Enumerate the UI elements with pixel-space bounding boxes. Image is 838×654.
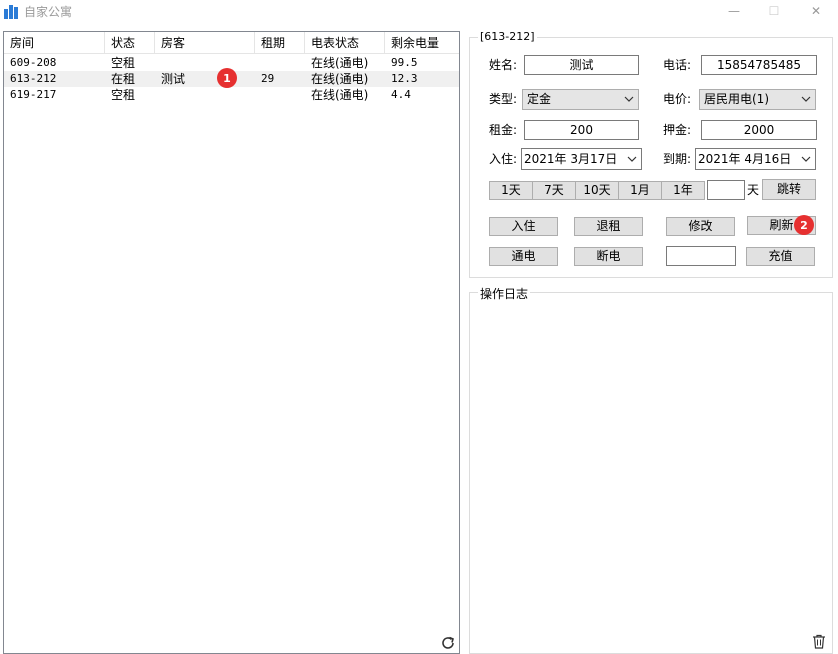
operation-log-group: 操作日志 bbox=[469, 285, 833, 654]
quick-1day-button[interactable]: 1天 bbox=[489, 181, 533, 200]
rent-field[interactable]: 200 bbox=[524, 120, 639, 140]
cell-tenant bbox=[155, 87, 161, 103]
refresh-icon[interactable] bbox=[440, 635, 456, 651]
type-label: 类型: bbox=[489, 92, 518, 106]
power-off-button[interactable]: 断电 bbox=[574, 247, 643, 266]
minimize-icon: — bbox=[728, 4, 740, 18]
window-title: 自家公寓 bbox=[24, 5, 73, 19]
expire-date-value: 2021年 4月16日 bbox=[698, 152, 792, 166]
chevron-down-icon bbox=[801, 96, 811, 102]
expire-date-picker[interactable]: 2021年 4月16日 bbox=[695, 148, 816, 170]
price-label: 电价: bbox=[663, 92, 692, 106]
chevron-down-icon bbox=[624, 96, 634, 102]
quick-1year-button[interactable]: 1年 bbox=[661, 181, 705, 200]
group-title-room: [613-212] bbox=[478, 30, 537, 43]
cell-meter: 在线(通电) bbox=[311, 88, 369, 102]
phone-field[interactable]: 15854785485 bbox=[701, 55, 817, 75]
deposit-label: 押金: bbox=[663, 123, 692, 137]
cell-power: 99.5 bbox=[391, 56, 418, 69]
name-label: 姓名: bbox=[489, 58, 518, 72]
trash-icon[interactable] bbox=[811, 633, 827, 649]
cell-term bbox=[255, 55, 261, 71]
modify-button[interactable]: 修改 bbox=[666, 217, 735, 236]
type-select-value: 定金 bbox=[527, 92, 552, 106]
cell-room: 619-217 bbox=[10, 88, 57, 101]
title-bar: 自家公寓 — ☐ ✕ bbox=[0, 0, 838, 24]
checkin-date-label: 入住: bbox=[489, 152, 518, 166]
close-icon: ✕ bbox=[810, 4, 822, 18]
cell-status: 空租 bbox=[111, 56, 136, 70]
table-row[interactable]: 619-217 空租 在线(通电) 4.4 bbox=[4, 87, 459, 103]
deposit-field[interactable]: 2000 bbox=[701, 120, 817, 140]
cell-meter: 在线(通电) bbox=[311, 56, 369, 70]
chevron-down-icon bbox=[801, 156, 811, 162]
cell-room: 609-208 bbox=[10, 56, 57, 69]
cell-room: 613-212 bbox=[10, 72, 57, 85]
days-input[interactable] bbox=[707, 180, 745, 200]
checkin-date-value: 2021年 3月17日 bbox=[524, 152, 618, 166]
recharge-amount-input[interactable] bbox=[666, 246, 736, 266]
checkin-button[interactable]: 入住 bbox=[489, 217, 558, 236]
checkin-date-picker[interactable]: 2021年 3月17日 bbox=[521, 148, 642, 170]
column-header-meter[interactable]: 电表状态 bbox=[305, 32, 385, 54]
price-select[interactable]: 居民用电(1) bbox=[699, 89, 816, 110]
quick-1month-button[interactable]: 1月 bbox=[618, 181, 662, 200]
rent-label: 租金: bbox=[489, 123, 518, 137]
price-select-value: 居民用电(1) bbox=[704, 92, 769, 106]
cell-tenant bbox=[155, 55, 161, 71]
cell-power: 4.4 bbox=[391, 88, 411, 101]
column-header-term[interactable]: 租期 bbox=[255, 32, 305, 54]
quick-7day-button[interactable]: 7天 bbox=[532, 181, 576, 200]
days-unit-label: 天 bbox=[747, 183, 760, 197]
building-icon bbox=[4, 5, 18, 19]
cell-meter: 在线(通电) bbox=[311, 72, 369, 86]
close-button[interactable]: ✕ bbox=[800, 0, 832, 22]
annotation-badge-2: 2 bbox=[794, 215, 814, 235]
recharge-button[interactable]: 充值 bbox=[746, 247, 815, 266]
name-field[interactable]: 测试 bbox=[524, 55, 639, 75]
column-header-tenant[interactable]: 房客 bbox=[155, 32, 255, 54]
annotation-badge-1: 1 bbox=[217, 68, 237, 88]
power-on-button[interactable]: 通电 bbox=[489, 247, 558, 266]
maximize-button[interactable]: ☐ bbox=[758, 0, 790, 22]
cell-status: 在租 bbox=[111, 72, 136, 86]
expire-date-label: 到期: bbox=[663, 152, 692, 166]
column-header-status[interactable]: 状态 bbox=[105, 32, 155, 54]
maximize-icon: ☐ bbox=[768, 4, 780, 18]
minimize-button[interactable]: — bbox=[718, 0, 750, 22]
type-select[interactable]: 定金 bbox=[522, 89, 639, 110]
room-list[interactable]: 房间 状态 房客 租期 电表状态 剩余电量 609-208 空租 在线(通电) … bbox=[3, 31, 460, 654]
phone-label: 电话: bbox=[663, 58, 692, 72]
quick-10day-button[interactable]: 10天 bbox=[575, 181, 619, 200]
chevron-down-icon bbox=[627, 156, 637, 162]
group-title-log: 操作日志 bbox=[478, 285, 531, 302]
cell-status: 空租 bbox=[111, 88, 136, 102]
cell-term: 29 bbox=[261, 72, 275, 85]
cell-power: 12.3 bbox=[391, 72, 418, 85]
cell-tenant: 测试 bbox=[161, 72, 186, 86]
cell-term bbox=[255, 87, 261, 103]
list-header: 房间 状态 房客 租期 电表状态 剩余电量 bbox=[4, 32, 459, 54]
column-header-power[interactable]: 剩余电量 bbox=[385, 32, 459, 54]
column-header-room[interactable]: 房间 bbox=[4, 32, 105, 54]
checkout-button[interactable]: 退租 bbox=[574, 217, 643, 236]
jump-button[interactable]: 跳转 bbox=[762, 179, 816, 200]
